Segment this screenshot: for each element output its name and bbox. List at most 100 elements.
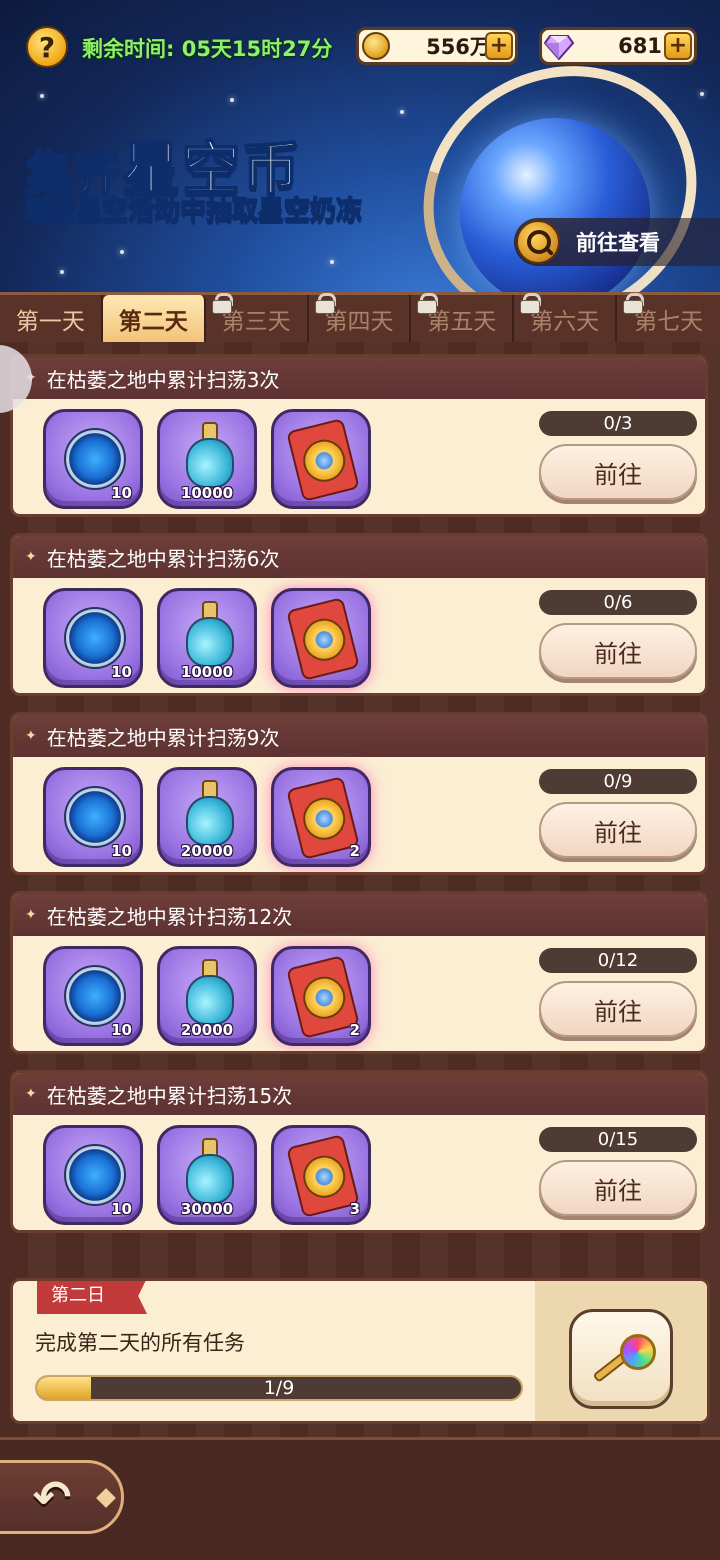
reward-potion[interactable]: 10000 [157, 409, 257, 509]
reward-qty: 20000 [180, 1021, 234, 1039]
lock-icon [520, 293, 542, 314]
reward-star-coin[interactable]: 10 [43, 767, 143, 867]
star-sparkle [400, 110, 404, 114]
task-progress: 0/6 [539, 590, 697, 615]
star-coin-icon [64, 965, 126, 1027]
bullet-icon: ✦ [25, 728, 37, 744]
reward-star-coin[interactable]: 10 [43, 409, 143, 509]
reward-star-coin[interactable]: 10 [43, 1125, 143, 1225]
bullet-icon: ✦ [25, 907, 37, 923]
help-button[interactable]: ? [26, 26, 68, 68]
task-progress: 0/12 [539, 948, 697, 973]
reward-ticket[interactable] [271, 588, 371, 688]
task-title: 在枯萎之地中累计扫荡3次 [46, 367, 280, 392]
day-ribbon: 第二日 [37, 1281, 147, 1314]
go-button[interactable]: 前往 [539, 981, 697, 1037]
add-gems-button[interactable]: + [664, 32, 692, 60]
star-sparkle [230, 98, 234, 102]
tab-day-3[interactable]: 第三天 [206, 293, 309, 342]
reward-potion[interactable]: 20000 [157, 946, 257, 1046]
diamond-icon [544, 34, 574, 60]
task-progress: 0/9 [539, 769, 697, 794]
gem-balance: 681 + [539, 27, 697, 65]
task-title: 在枯萎之地中累计扫荡15次 [46, 1083, 293, 1108]
reward-star-coin[interactable]: 10 [43, 946, 143, 1046]
tab-day-1[interactable]: 第一天 [0, 295, 103, 342]
go-button[interactable]: 前往 [539, 444, 697, 500]
star-sparkle [700, 92, 704, 96]
reward-qty: 3 [349, 1200, 360, 1218]
back-arrow-icon: ↶ [32, 1470, 72, 1524]
task-header: ✦ 在枯萎之地中累计扫荡6次 [13, 536, 705, 578]
tab-label: 第三天 [221, 308, 291, 335]
tab-day-6[interactable]: 第六天 [514, 293, 618, 342]
reward-qty: 2 [349, 1021, 360, 1039]
tab-label: 第七天 [634, 308, 704, 335]
tab-label: 第六天 [530, 308, 600, 335]
day-tabs: 第一天 第二天 第三天 第四天 第五天 第六天 第七天 [0, 292, 720, 342]
potion-bottle-icon [186, 959, 234, 1025]
tab-day-7[interactable]: 第七天 [617, 293, 720, 342]
star-coin-icon [64, 786, 126, 848]
reward-qty: 10 [111, 1200, 132, 1218]
potion-bottle-icon [186, 780, 234, 846]
medal-ticket-icon [286, 597, 360, 681]
goto-view-button[interactable]: 前往查看 [514, 218, 720, 266]
day-summary: 第二日 完成第二天的所有任务 1/9 [10, 1278, 710, 1424]
task-card: ✦在枯萎之地中累计扫荡3次 10 10000 0/3 前往 [10, 354, 708, 517]
task-progress: 0/3 [539, 411, 697, 436]
goto-view-label: 前往查看 [576, 231, 660, 255]
task-card: ✦ 在枯萎之地中累计扫荡12次 10 20000 2 0/12 前往 [10, 891, 708, 1054]
potion-bottle-icon [186, 1138, 234, 1204]
remaining-time: 剩余时间: 05天15时27分 [82, 37, 333, 61]
task-list[interactable]: ✦在枯萎之地中累计扫荡3次 10 10000 0/3 前往 ✦在枯萎之地中累计扫… [0, 342, 720, 1437]
task-card: ✦ 在枯萎之地中累计扫荡15次 10 30000 3 0/15 前往 [10, 1070, 708, 1233]
lock-icon [314, 293, 336, 314]
reward-ticket[interactable]: 2 [271, 946, 371, 1046]
reward-qty: 10 [111, 1021, 132, 1039]
reward-qty: 30000 [180, 1200, 234, 1218]
reward-ticket[interactable]: 2 [271, 767, 371, 867]
summary-description: 完成第二天的所有任务 [35, 1331, 245, 1355]
task-header: ✦在枯萎之地中累计扫荡3次 [13, 357, 705, 399]
go-button[interactable]: 前往 [539, 802, 697, 858]
potion-bottle-icon [186, 422, 234, 488]
star-sparkle [40, 94, 44, 98]
back-button[interactable]: ↶ [0, 1460, 124, 1534]
tab-day-2[interactable]: 第二天 [102, 295, 206, 342]
task-progress: 0/15 [539, 1127, 697, 1152]
summary-reward-button[interactable] [569, 1309, 673, 1409]
tab-label: 第二天 [118, 308, 188, 335]
banner-subtitle-highlight: 星空奶冻 [257, 195, 363, 227]
reward-ticket[interactable]: 3 [271, 1125, 371, 1225]
reward-potion[interactable]: 30000 [157, 1125, 257, 1225]
summary-progress-bar: 1/9 [35, 1375, 523, 1401]
tab-day-4[interactable]: 第四天 [309, 293, 412, 342]
go-button[interactable]: 前往 [539, 1160, 697, 1216]
lock-icon [623, 293, 645, 314]
add-gold-button[interactable]: + [485, 32, 513, 60]
tab-day-5[interactable]: 第五天 [411, 293, 515, 342]
tab-label: 第五天 [427, 308, 497, 335]
reward-ticket[interactable] [271, 409, 371, 509]
reward-qty: 10 [111, 842, 132, 860]
go-button[interactable]: 前往 [539, 623, 697, 679]
task-card: ✦ 在枯萎之地中累计扫荡9次 10 20000 2 0/9 前往 [10, 712, 708, 875]
reward-star-coin[interactable]: 10 [43, 588, 143, 688]
gold-coin-icon [362, 31, 390, 60]
summary-progress-text: 1/9 [263, 1377, 295, 1399]
reward-potion[interactable]: 10000 [157, 588, 257, 688]
star-coin-icon [64, 607, 126, 669]
task-header: ✦ 在枯萎之地中累计扫荡9次 [13, 715, 705, 757]
tab-label: 第一天 [15, 308, 85, 335]
star-sparkle [60, 270, 64, 274]
task-title: 在枯萎之地中累计扫荡12次 [46, 904, 293, 929]
reward-qty: 10 [111, 663, 132, 681]
task-title: 在枯萎之地中累计扫荡6次 [46, 546, 280, 571]
star-coin-icon [64, 428, 126, 490]
bullet-icon: ✦ [25, 1086, 37, 1102]
reward-potion[interactable]: 20000 [157, 767, 257, 867]
reward-qty: 10000 [180, 663, 234, 681]
task-title: 在枯萎之地中累计扫荡9次 [46, 725, 280, 750]
task-header: ✦ 在枯萎之地中累计扫荡15次 [13, 1073, 705, 1115]
